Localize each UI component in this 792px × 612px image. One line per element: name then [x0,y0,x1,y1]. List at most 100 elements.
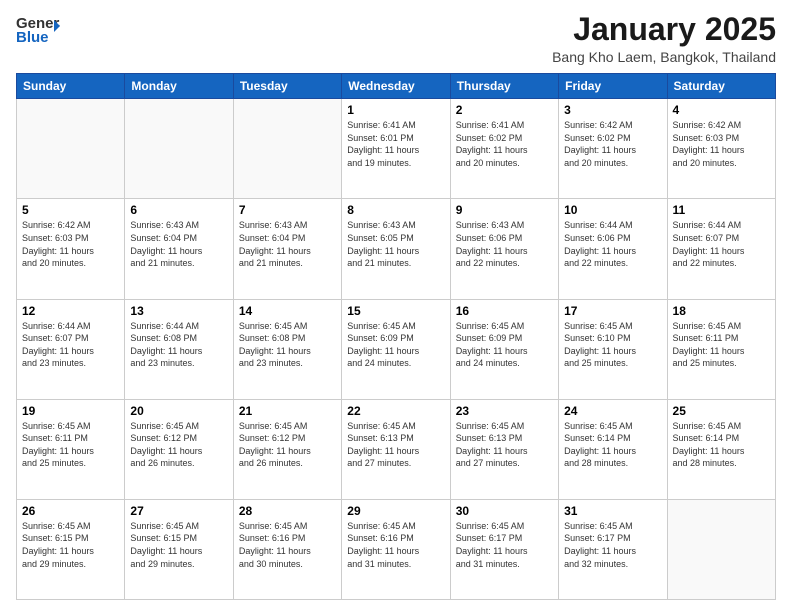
day-info: Sunrise: 6:45 AM Sunset: 6:11 PM Dayligh… [673,320,770,370]
day-number: 18 [673,304,770,318]
calendar-cell: 23Sunrise: 6:45 AM Sunset: 6:13 PM Dayli… [450,399,558,499]
calendar-cell: 11 Sunrise: 6:44 AM Sunset: 6:07 PM Dayli… [667,199,775,299]
calendar-cell: 15Sunrise: 6:45 AM Sunset: 6:09 PM Dayli… [342,299,450,399]
calendar-week-row: 1 Sunrise: 6:41 AM Sunset: 6:01 PM Daylig… [17,99,776,199]
logo-icon: General Blue [16,12,60,48]
day-number: 10 [564,203,661,217]
day-number: 27 [130,504,227,518]
day-number: 30 [456,504,553,518]
calendar-cell: 4 Sunrise: 6:42 AM Sunset: 6:03 PM Daylig… [667,99,775,199]
day-number: 12 [22,304,119,318]
calendar-cell: 30 Sunrise: 6:45 AM Sunset: 6:17 PM Dayli… [450,499,558,599]
day-info: Sunrise: 6:43 AM Sunset: 6:04 PM Dayligh… [130,219,227,269]
calendar-cell: 5 Sunrise: 6:42 AM Sunset: 6:03 PM Daylig… [17,199,125,299]
day-info: Sunrise: 6:45 AM Sunset: 6:15 PM Dayligh… [22,520,119,570]
day-info: Sunrise: 6:45 AM Sunset: 6:13 PM Dayligh… [456,420,553,470]
day-info: Sunrise: 6:45 AM Sunset: 6:09 PM Dayligh… [456,320,553,370]
calendar-cell: 25 Sunrise: 6:45 AM Sunset: 6:14 PM Dayli… [667,399,775,499]
weekday-header: Saturday [667,74,775,99]
day-number: 3 [564,103,661,117]
calendar-cell: 3 Sunrise: 6:42 AM Sunset: 6:02 PM Daylig… [559,99,667,199]
calendar-cell: 29Sunrise: 6:45 AM Sunset: 6:16 PM Dayli… [342,499,450,599]
day-info: Sunrise: 6:44 AM Sunset: 6:07 PM Dayligh… [22,320,119,370]
day-info: Sunrise: 6:45 AM Sunset: 6:17 PM Dayligh… [564,520,661,570]
day-number: 19 [22,404,119,418]
day-info: Sunrise: 6:45 AM Sunset: 6:17 PM Dayligh… [456,520,553,570]
day-number: 22 [347,404,444,418]
day-number: 20 [130,404,227,418]
day-number: 8 [347,203,444,217]
day-number: 13 [130,304,227,318]
day-info: Sunrise: 6:45 AM Sunset: 6:16 PM Dayligh… [347,520,444,570]
day-number: 1 [347,103,444,117]
location-title: Bang Kho Laem, Bangkok, Thailand [552,49,776,65]
day-info: Sunrise: 6:45 AM Sunset: 6:09 PM Dayligh… [347,320,444,370]
calendar-cell: 26Sunrise: 6:45 AM Sunset: 6:15 PM Dayli… [17,499,125,599]
calendar-cell [17,99,125,199]
calendar-cell: 28 Sunrise: 6:45 AM Sunset: 6:16 PM Dayli… [233,499,341,599]
day-info: Sunrise: 6:45 AM Sunset: 6:14 PM Dayligh… [564,420,661,470]
calendar-cell: 20 Sunrise: 6:45 AM Sunset: 6:12 PM Dayli… [125,399,233,499]
day-info: Sunrise: 6:45 AM Sunset: 6:14 PM Dayligh… [673,420,770,470]
calendar-cell: 10 Sunrise: 6:44 AM Sunset: 6:06 PM Dayli… [559,199,667,299]
day-info: Sunrise: 6:45 AM Sunset: 6:12 PM Dayligh… [239,420,336,470]
weekday-header: Thursday [450,74,558,99]
calendar-cell: 17 Sunrise: 6:45 AM Sunset: 6:10 PM Dayli… [559,299,667,399]
weekday-header: Sunday [17,74,125,99]
day-number: 16 [456,304,553,318]
day-number: 21 [239,404,336,418]
calendar-cell: 31 Sunrise: 6:45 AM Sunset: 6:17 PM Dayli… [559,499,667,599]
day-number: 17 [564,304,661,318]
day-info: Sunrise: 6:43 AM Sunset: 6:06 PM Dayligh… [456,219,553,269]
day-number: 7 [239,203,336,217]
calendar-cell: 9 Sunrise: 6:43 AM Sunset: 6:06 PM Daylig… [450,199,558,299]
calendar-cell: 8 Sunrise: 6:43 AM Sunset: 6:05 PM Daylig… [342,199,450,299]
day-number: 28 [239,504,336,518]
day-info: Sunrise: 6:45 AM Sunset: 6:11 PM Dayligh… [22,420,119,470]
calendar-cell: 16 Sunrise: 6:45 AM Sunset: 6:09 PM Dayli… [450,299,558,399]
day-number: 31 [564,504,661,518]
calendar-week-row: 12 Sunrise: 6:44 AM Sunset: 6:07 PM Dayli… [17,299,776,399]
day-info: Sunrise: 6:45 AM Sunset: 6:12 PM Dayligh… [130,420,227,470]
calendar-cell: 24Sunrise: 6:45 AM Sunset: 6:14 PM Dayli… [559,399,667,499]
day-info: Sunrise: 6:43 AM Sunset: 6:04 PM Dayligh… [239,219,336,269]
calendar-cell: 14Sunrise: 6:45 AM Sunset: 6:08 PM Dayli… [233,299,341,399]
calendar-cell: 18 Sunrise: 6:45 AM Sunset: 6:11 PM Dayli… [667,299,775,399]
header: General Blue January 2025 Bang Kho Laem,… [16,12,776,65]
calendar-cell: 12 Sunrise: 6:44 AM Sunset: 6:07 PM Dayli… [17,299,125,399]
calendar-cell [233,99,341,199]
day-number: 11 [673,203,770,217]
day-info: Sunrise: 6:44 AM Sunset: 6:06 PM Dayligh… [564,219,661,269]
day-number: 2 [456,103,553,117]
calendar-cell: 19 Sunrise: 6:45 AM Sunset: 6:11 PM Dayli… [17,399,125,499]
calendar-table: SundayMondayTuesdayWednesdayThursdayFrid… [16,73,776,600]
day-info: Sunrise: 6:42 AM Sunset: 6:02 PM Dayligh… [564,119,661,169]
calendar-cell: 27 Sunrise: 6:45 AM Sunset: 6:15 PM Dayli… [125,499,233,599]
day-number: 4 [673,103,770,117]
calendar-cell: 7 Sunrise: 6:43 AM Sunset: 6:04 PM Daylig… [233,199,341,299]
day-info: Sunrise: 6:42 AM Sunset: 6:03 PM Dayligh… [673,119,770,169]
day-number: 9 [456,203,553,217]
page: General Blue January 2025 Bang Kho Laem,… [0,0,792,612]
day-info: Sunrise: 6:45 AM Sunset: 6:15 PM Dayligh… [130,520,227,570]
day-info: Sunrise: 6:45 AM Sunset: 6:16 PM Dayligh… [239,520,336,570]
day-info: Sunrise: 6:44 AM Sunset: 6:07 PM Dayligh… [673,219,770,269]
day-number: 14 [239,304,336,318]
calendar-cell: 22 Sunrise: 6:45 AM Sunset: 6:13 PM Dayli… [342,399,450,499]
day-number: 5 [22,203,119,217]
day-info: Sunrise: 6:41 AM Sunset: 6:01 PM Dayligh… [347,119,444,169]
day-info: Sunrise: 6:45 AM Sunset: 6:13 PM Dayligh… [347,420,444,470]
day-info: Sunrise: 6:43 AM Sunset: 6:05 PM Dayligh… [347,219,444,269]
weekday-header: Friday [559,74,667,99]
calendar-cell [667,499,775,599]
day-info: Sunrise: 6:42 AM Sunset: 6:03 PM Dayligh… [22,219,119,269]
title-block: January 2025 Bang Kho Laem, Bangkok, Tha… [552,12,776,65]
calendar-body: 1 Sunrise: 6:41 AM Sunset: 6:01 PM Daylig… [17,99,776,600]
calendar-cell: 21 Sunrise: 6:45 AM Sunset: 6:12 PM Dayli… [233,399,341,499]
day-number: 25 [673,404,770,418]
day-info: Sunrise: 6:44 AM Sunset: 6:08 PM Dayligh… [130,320,227,370]
day-info: Sunrise: 6:45 AM Sunset: 6:10 PM Dayligh… [564,320,661,370]
month-title: January 2025 [552,12,776,47]
svg-text:Blue: Blue [16,29,49,46]
calendar-cell [125,99,233,199]
